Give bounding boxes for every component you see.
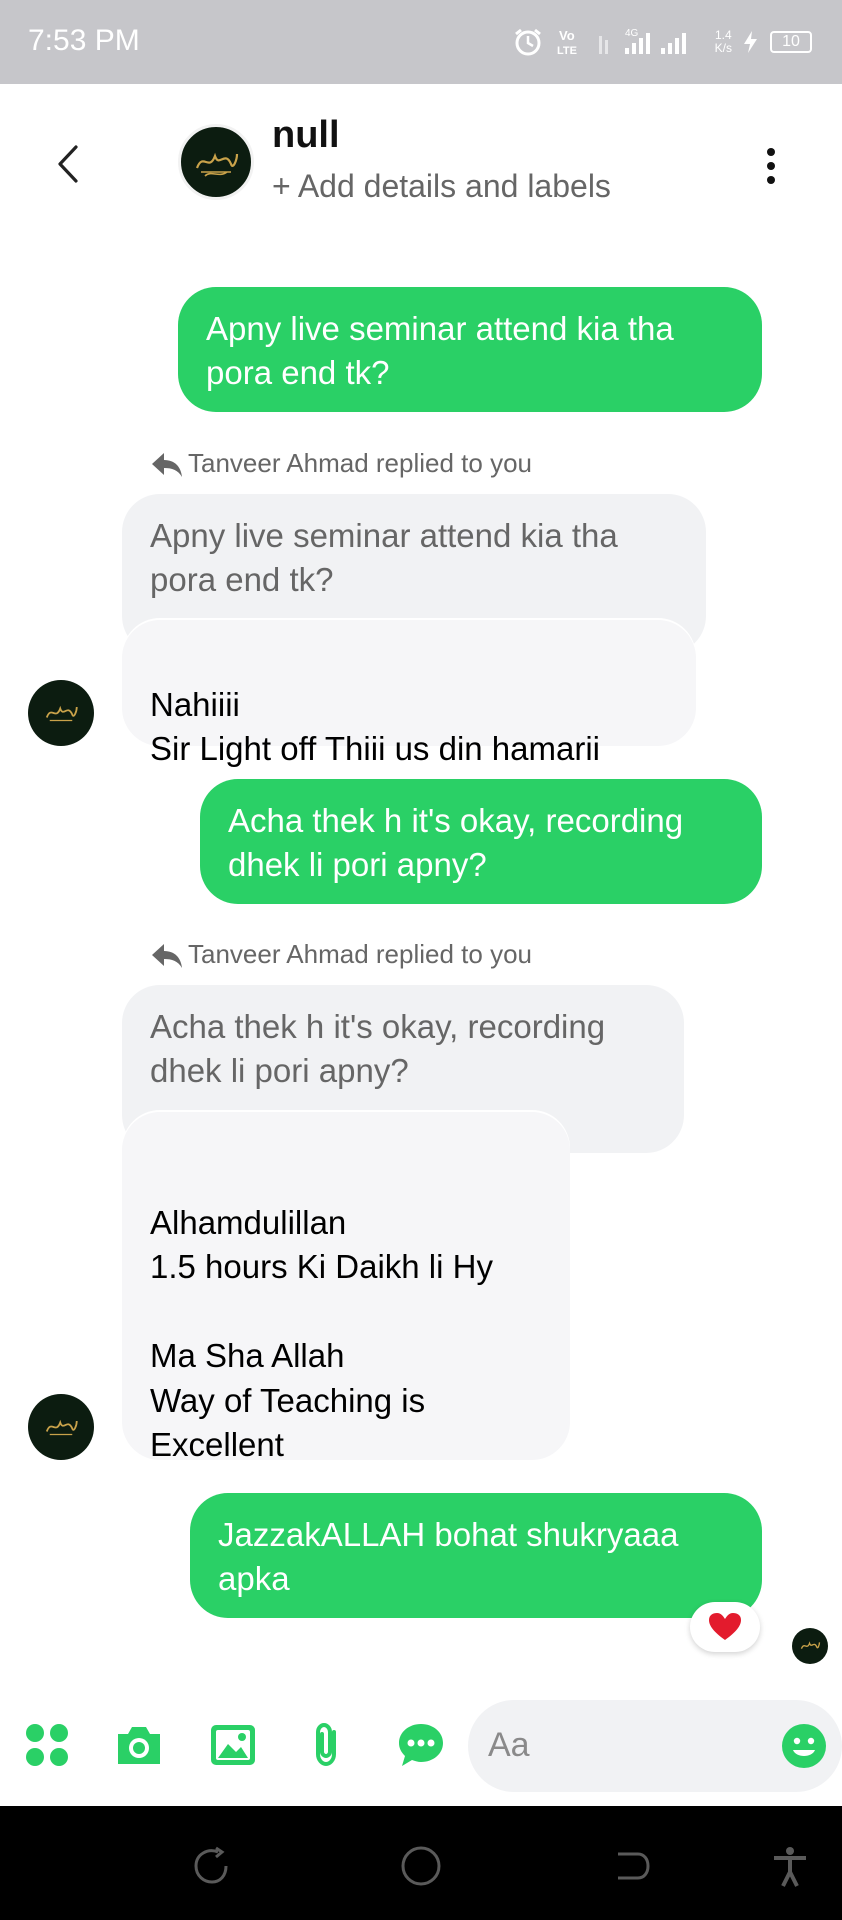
reaction-badge[interactable] [690, 1602, 760, 1652]
seen-indicator-avatar [792, 1628, 828, 1664]
svg-text:Vo: Vo [559, 28, 575, 43]
reply-icon [152, 452, 182, 477]
contact-avatar[interactable] [178, 124, 254, 200]
chat-bubble-icon[interactable] [396, 1720, 446, 1770]
composer-bar: Aa [0, 1700, 842, 1806]
net-speed-unit: K/s [714, 41, 732, 55]
recents-icon[interactable] [188, 1844, 232, 1888]
calligraphy-logo [45, 705, 78, 722]
heart-icon [709, 1613, 741, 1640]
signal-icon: 4G [598, 28, 686, 54]
battery-indicator: 10 [770, 31, 812, 53]
emoji-icon[interactable] [780, 1722, 828, 1770]
outgoing-message[interactable]: Acha thek h it's okay, recording dhek li… [200, 779, 762, 904]
message-text: Nahiiii Sir Light off Thiii us din hamar… [150, 685, 600, 768]
incoming-message[interactable]: Alhamdulillan 1.5 hours Ki Daikh li Hy M… [122, 1112, 570, 1463]
svg-text:LTE: LTE [557, 45, 577, 57]
contact-name[interactable]: null [272, 114, 340, 157]
accessibility-icon[interactable] [768, 1844, 812, 1888]
message-input-placeholder: Aa [488, 1726, 530, 1764]
status-time: 7:53 PM [28, 24, 140, 57]
message-text: Acha thek h it's okay, recording dhek li… [228, 802, 684, 883]
reply-label: Tanveer Ahmad replied to you [150, 448, 532, 479]
message-text: Alhamdulillan 1.5 hours Ki Daikh li Hy M… [150, 1203, 493, 1464]
reply-label-text: Tanveer Ahmad replied to you [188, 448, 532, 478]
outgoing-message[interactable]: JazzakALLAH bohat shukryaaa apka [190, 1493, 762, 1618]
reply-label: Tanveer Ahmad replied to you [150, 939, 532, 970]
charging-icon [744, 31, 757, 53]
reply-icon [152, 943, 182, 968]
calligraphy-logo [45, 1419, 78, 1436]
message-input[interactable]: Aa [468, 1700, 842, 1792]
chat-header: null + Add details and labels [0, 84, 842, 244]
svg-text:4G: 4G [625, 28, 639, 39]
back-icon[interactable] [50, 139, 86, 189]
gallery-icon[interactable] [208, 1720, 258, 1770]
message-text: JazzakALLAH bohat shukryaaa apka [218, 1516, 679, 1597]
apps-icon[interactable] [22, 1720, 72, 1770]
volte-icon: Vo LTE [557, 28, 577, 57]
sender-avatar[interactable] [28, 1394, 94, 1460]
status-icons: Vo LTE 4G 1.4 K/s 10 [513, 24, 812, 60]
incoming-message[interactable]: Nahiiii Sir Light off Thiii us din hamar… [122, 620, 696, 767]
status-bar: 7:53 PM Vo LTE 4G 1.4 K/s 10 [0, 0, 842, 84]
message-text: Apny live seminar attend kia tha pora en… [206, 310, 674, 391]
more-options-icon[interactable] [758, 144, 784, 188]
net-speed: 1.4 K/s [715, 29, 732, 55]
camera-icon[interactable] [114, 1720, 164, 1770]
alarm-icon [514, 28, 541, 56]
calligraphy-logo [800, 1641, 821, 1649]
battery-level: 10 [782, 33, 800, 50]
sender-avatar[interactable] [28, 680, 94, 746]
reply-label-text: Tanveer Ahmad replied to you [188, 939, 532, 969]
message-list[interactable]: Apny live seminar attend kia tha pora en… [0, 244, 842, 1700]
quoted-text: Acha thek h it's okay, recording dhek li… [150, 1008, 606, 1089]
home-icon[interactable] [399, 1844, 443, 1888]
system-nav-bar [0, 1806, 842, 1920]
calligraphy-logo [195, 152, 239, 177]
outgoing-message[interactable]: Apny live seminar attend kia tha pora en… [178, 287, 762, 412]
attachment-icon[interactable] [302, 1720, 352, 1770]
quoted-text: Apny live seminar attend kia tha pora en… [150, 517, 618, 598]
add-details-link[interactable]: + Add details and labels [272, 168, 611, 205]
back-nav-icon[interactable] [610, 1844, 654, 1888]
